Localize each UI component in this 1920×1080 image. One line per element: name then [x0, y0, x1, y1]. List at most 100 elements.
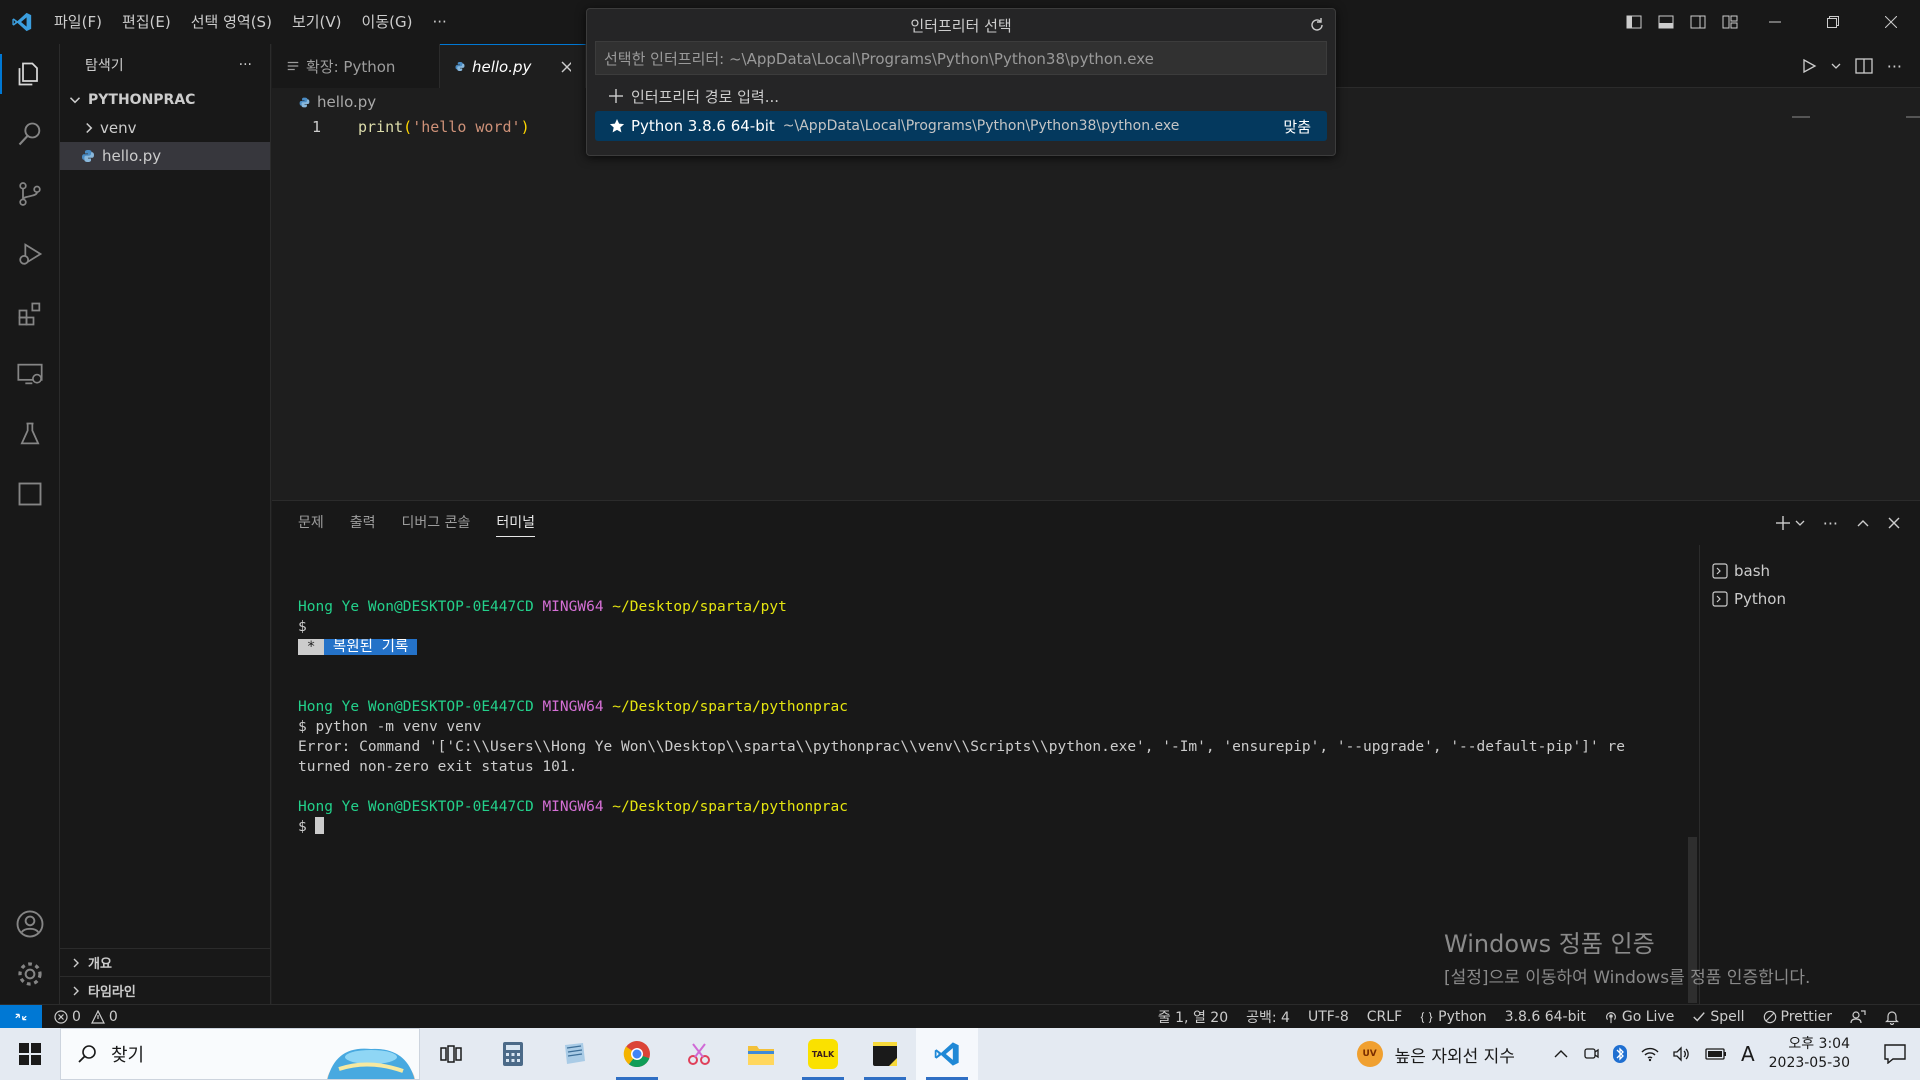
close-window-icon[interactable] [1862, 0, 1920, 44]
spell-check-button[interactable]: Spell [1692, 1009, 1745, 1025]
sticky-notes-icon[interactable] [854, 1028, 916, 1080]
ime-indicator[interactable]: A [1741, 1042, 1755, 1066]
run-and-debug-icon[interactable] [0, 224, 60, 284]
terminal-item-python[interactable]: Python [1700, 585, 1920, 613]
tree-item-hello-py[interactable]: hello.py [60, 142, 270, 170]
remote-explorer-icon[interactable] [0, 344, 60, 404]
bluetooth-icon[interactable] [1612, 1045, 1627, 1063]
kakaotalk-app-icon[interactable]: TALK [792, 1028, 854, 1080]
terminal-path: ~/Desktop/sparta/pyt [612, 599, 787, 615]
volume-icon[interactable] [1673, 1046, 1691, 1062]
terminal-path: ~/Desktop/sparta/pythonprac [612, 799, 848, 815]
menu-view[interactable]: 보기(V) [282, 0, 352, 44]
tab-extension-python[interactable]: 확장: Python [272, 44, 440, 88]
tab-problems[interactable]: 문제 [298, 501, 324, 545]
new-terminal-plus-icon[interactable] [1775, 515, 1791, 531]
outline-section[interactable]: 개요 [60, 948, 270, 976]
chevron-down-icon[interactable] [1831, 61, 1841, 71]
tab-output[interactable]: 출력 [350, 501, 376, 545]
extensions-icon[interactable] [0, 284, 60, 344]
line-number: 1 [312, 118, 322, 136]
menu-more[interactable]: ··· [422, 0, 456, 44]
calculator-app-icon[interactable] [482, 1028, 544, 1080]
battery-icon[interactable] [1705, 1047, 1727, 1061]
refresh-icon[interactable] [1309, 17, 1325, 33]
breadcrumb-file[interactable]: hello.py [317, 93, 376, 111]
snipping-tool-icon[interactable] [668, 1028, 730, 1080]
workspace-root[interactable]: PYTHONPRAC [60, 86, 270, 114]
extra-view-icon[interactable] [0, 464, 60, 524]
tab-debug-console[interactable]: 디버그 콘솔 [402, 501, 471, 545]
task-view-icon[interactable] [420, 1028, 482, 1080]
notifications-bell-icon[interactable] [1884, 1009, 1900, 1025]
wifi-icon[interactable] [1641, 1046, 1659, 1062]
webcam-icon[interactable] [1583, 1046, 1599, 1062]
menu-selection[interactable]: 선택 영역(S) [181, 0, 282, 44]
end-of-line[interactable]: CRLF [1367, 1009, 1402, 1025]
search-icon[interactable] [0, 104, 60, 164]
clock[interactable]: 오후 3:04 2023-05-30 [1769, 1035, 1850, 1073]
interpreter-option[interactable]: Python 3.8.6 64-bit ~\AppData\Local\Prog… [595, 111, 1327, 141]
close-tab-icon[interactable] [561, 61, 571, 73]
feedback-icon[interactable] [1850, 1009, 1866, 1025]
restore-icon[interactable] [1804, 0, 1862, 44]
weather-widget[interactable]: UV 높은 자외선 지수 [1356, 1041, 1515, 1067]
more-actions-icon[interactable]: ··· [1887, 57, 1902, 76]
enter-interpreter-path-item[interactable]: 인터프리터 경로 입력... [595, 81, 1327, 111]
go-live-button[interactable]: Go Live [1604, 1009, 1674, 1025]
menu-go[interactable]: 이동(G) [352, 0, 423, 44]
star-icon [609, 119, 625, 133]
menu-file[interactable]: 파일(F) [44, 0, 112, 44]
chevron-up-icon[interactable] [1553, 1047, 1569, 1061]
file-explorer-icon[interactable] [730, 1028, 792, 1080]
toggle-panel-icon[interactable] [1650, 0, 1682, 44]
panel-more-icon[interactable]: ··· [1823, 514, 1838, 533]
source-control-icon[interactable] [0, 164, 60, 224]
terminal-output[interactable]: Hong Ye Won@DESKTOP-0E447CD MINGW64 ~/De… [298, 577, 1698, 837]
explorer-more-button[interactable]: ··· [239, 57, 252, 73]
taskbar-search-box[interactable]: 찾기 [60, 1028, 420, 1080]
customize-layout-icon[interactable] [1714, 0, 1746, 44]
prettier-button[interactable]: Prettier [1763, 1009, 1832, 1025]
toggle-primary-sidebar-icon[interactable] [1618, 0, 1650, 44]
language-mode[interactable]: Python [1420, 1009, 1487, 1025]
tab-hello-py[interactable]: hello.py [440, 44, 586, 88]
terminal-icon [1712, 591, 1728, 607]
tab-terminal[interactable]: 터미널 [496, 501, 535, 545]
quick-pick-title: 인터프리터 선택 [910, 16, 1012, 35]
testing-icon[interactable] [0, 404, 60, 464]
vscode-app-icon[interactable] [916, 1028, 978, 1080]
tree-item-venv[interactable]: venv [60, 114, 270, 142]
chrome-app-icon[interactable] [606, 1028, 668, 1080]
toggle-secondary-sidebar-icon[interactable] [1682, 0, 1714, 44]
interpreter-search-input[interactable]: 선택한 인터프리터: ~\AppData\Local\Programs\Pyth… [595, 41, 1327, 75]
chevron-down-icon[interactable] [1795, 518, 1805, 528]
menu-edit[interactable]: 편집(E) [112, 0, 181, 44]
windows-start-icon[interactable] [0, 1028, 60, 1080]
minimap[interactable] [1792, 116, 1810, 118]
python-interpreter[interactable]: 3.8.6 64-bit [1505, 1009, 1586, 1025]
encoding[interactable]: UTF-8 [1308, 1009, 1349, 1025]
go-live-label: Go Live [1621, 1009, 1675, 1025]
run-python-file-icon[interactable] [1801, 58, 1817, 74]
remote-indicator[interactable] [0, 1004, 42, 1029]
close-panel-icon[interactable] [1888, 517, 1900, 529]
notification-center-icon[interactable] [1870, 1028, 1920, 1080]
terminal-item-bash[interactable]: bash [1700, 557, 1920, 585]
terminal-item-label: bash [1734, 562, 1771, 580]
problems-indicator[interactable]: 0 0 [54, 1009, 118, 1025]
notes-app-icon[interactable] [544, 1028, 606, 1080]
interpreter-input-placeholder: 선택한 인터프리터: ~\AppData\Local\Programs\Pyth… [604, 49, 1154, 68]
code-string: 'hello word' [412, 118, 521, 136]
explorer-icon[interactable] [0, 44, 60, 104]
minimize-icon[interactable] [1746, 0, 1804, 44]
panel-tabs: 문제 출력 디버그 콘솔 터미널 [272, 501, 1920, 545]
python-file-icon [82, 150, 94, 162]
manage-gear-icon[interactable] [0, 944, 60, 1004]
indentation[interactable]: 공백: 4 [1246, 1007, 1290, 1027]
split-editor-icon[interactable] [1855, 58, 1873, 74]
timeline-section[interactable]: 타임라인 [60, 976, 270, 1004]
code-editor[interactable]: 1 print('hello word') [272, 116, 1920, 500]
cursor-position[interactable]: 줄 1, 열 20 [1158, 1007, 1228, 1027]
maximize-panel-icon[interactable] [1856, 516, 1870, 530]
